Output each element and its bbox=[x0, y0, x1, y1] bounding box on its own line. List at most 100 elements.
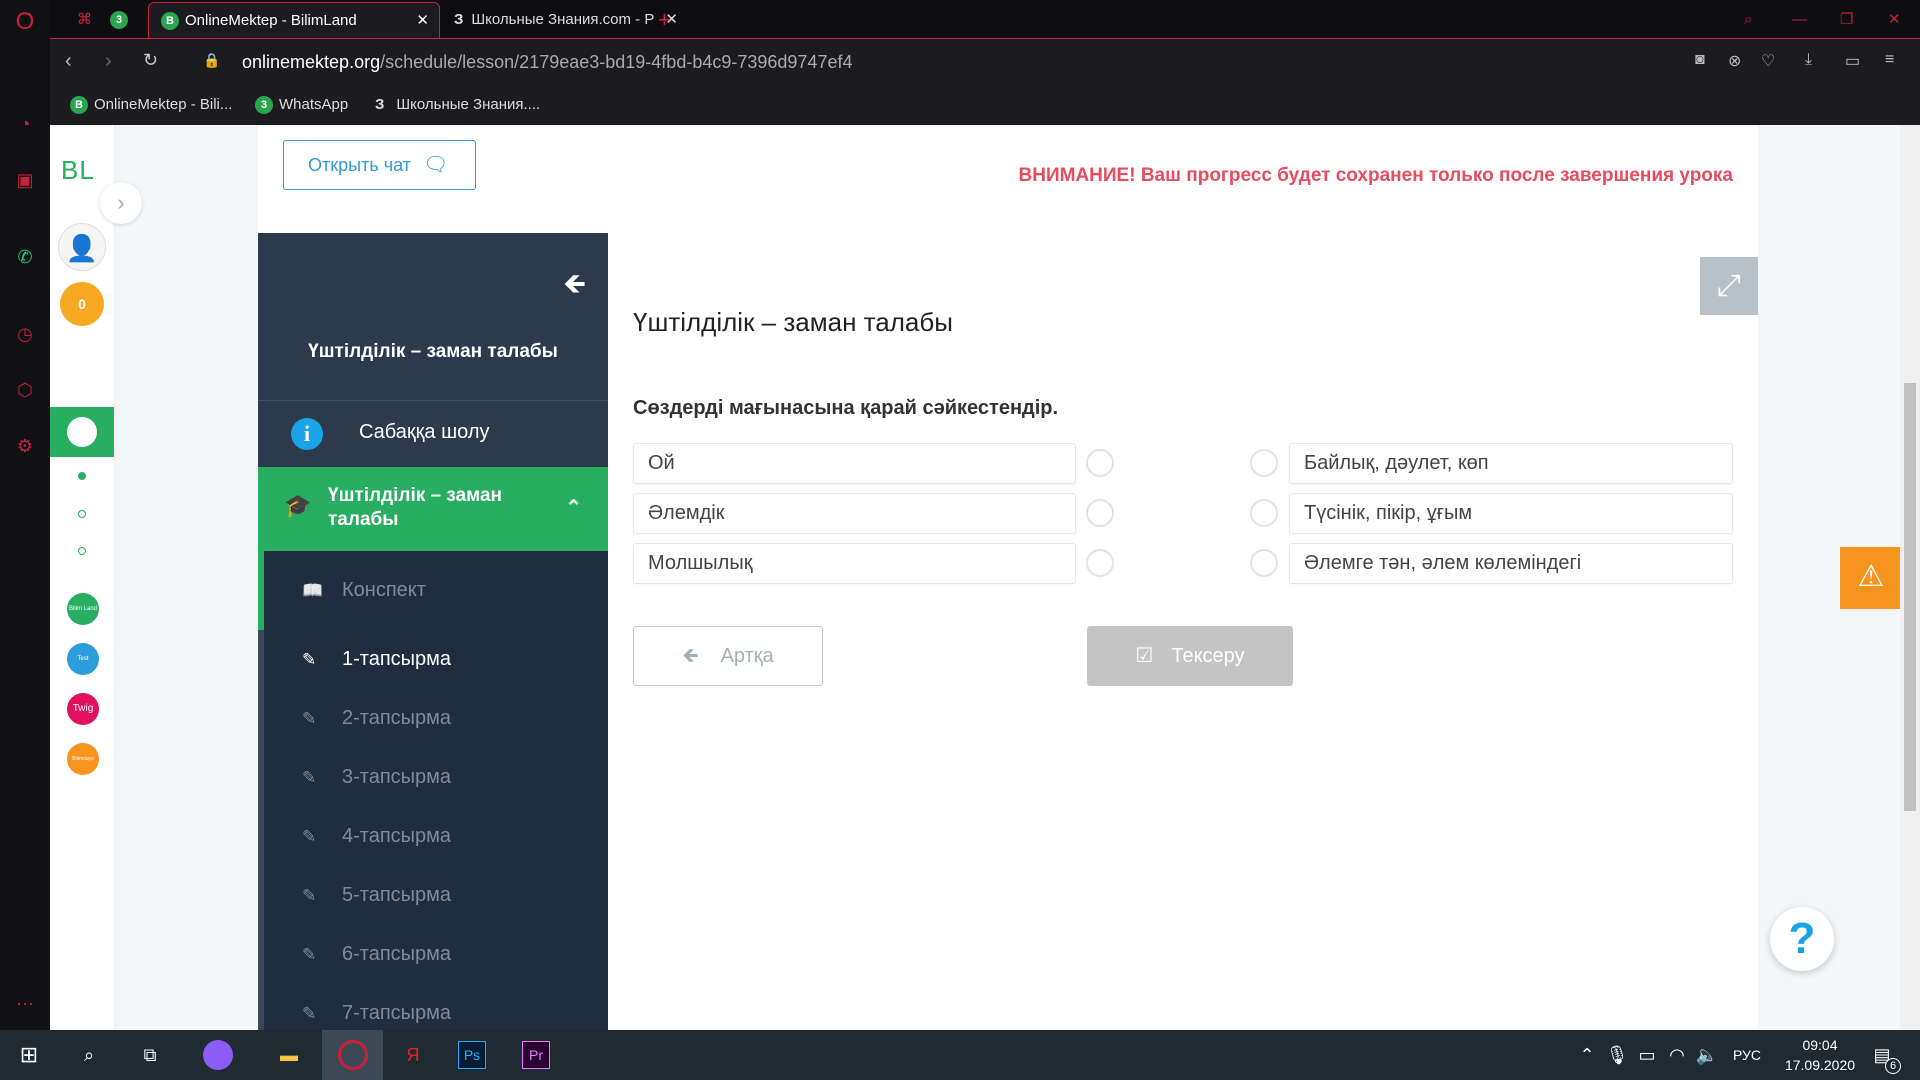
restore-icon[interactable]: ❐ bbox=[1828, 2, 1858, 38]
left-option[interactable]: Молшылық bbox=[633, 543, 1076, 584]
bookmark-onlinemektep[interactable]: B OnlineMektep - Bili... bbox=[70, 96, 232, 115]
task-view-icon[interactable]: ⧉ bbox=[133, 1038, 167, 1072]
help-button[interactable]: ? bbox=[1770, 907, 1834, 971]
bl-logo[interactable]: BL bbox=[61, 155, 95, 186]
app-test[interactable]: Test bbox=[67, 643, 99, 675]
dot-indicator[interactable] bbox=[78, 547, 86, 555]
onlinemektep-app[interactable] bbox=[50, 407, 114, 457]
bookmark-znaniya[interactable]: З Школьные Знания.... bbox=[375, 96, 540, 113]
close-window-icon[interactable]: ✕ bbox=[1876, 2, 1906, 38]
left-connector-radio[interactable] bbox=[1086, 449, 1114, 477]
alice-icon[interactable] bbox=[203, 1040, 233, 1070]
coins-badge[interactable]: 0 bbox=[60, 282, 104, 326]
app-bilimdays[interactable]: Bilimdays bbox=[67, 743, 99, 775]
premiere-icon[interactable]: Pr bbox=[522, 1041, 550, 1069]
twitch-icon[interactable]: ▣ bbox=[13, 168, 37, 192]
box-icon[interactable]: ⬡ bbox=[13, 378, 37, 402]
fullscreen-button[interactable]: ⤢ bbox=[1700, 257, 1758, 315]
dot-indicator[interactable] bbox=[78, 510, 86, 518]
clock[interactable]: 09:04 17.09.2020 bbox=[1775, 1035, 1865, 1075]
right-connector-radio[interactable] bbox=[1250, 549, 1278, 577]
address-bar: ‹ › ↻ 🔒 onlinemektep.org/schedule/lesson… bbox=[50, 38, 1920, 86]
menu-item-task-4[interactable]: ✎ 4-тапсырма bbox=[264, 807, 608, 866]
windows-start-icon[interactable]: ⊞ bbox=[12, 1038, 46, 1072]
report-warning-button[interactable]: ⚠ bbox=[1840, 547, 1902, 609]
adblock-icon[interactable]: ⊗ bbox=[1728, 51, 1741, 71]
menu-item-task-5[interactable]: ✎ 5-тапсырма bbox=[264, 866, 608, 925]
left-connector-radio[interactable] bbox=[1086, 499, 1114, 527]
photoshop-icon[interactable]: Ps bbox=[458, 1041, 486, 1069]
file-explorer-icon[interactable]: ▬ bbox=[272, 1038, 306, 1072]
check-button[interactable]: ☑ Тексеру bbox=[1087, 626, 1293, 686]
download-icon[interactable]: ⤓ bbox=[1805, 51, 1812, 69]
menu-item-task-7[interactable]: ✎ 7-тапсырма bbox=[264, 984, 608, 1030]
dot-indicator[interactable] bbox=[78, 472, 86, 480]
taskbar: ⊞ ⌕ ⧉ ▬ Я Ps Pr ⌃ 🎙 ▭ ◠ 🔈 РУС 09:04 17.09… bbox=[0, 1030, 1920, 1080]
search-icon[interactable]: ⌕ bbox=[1732, 2, 1762, 38]
menu-item-task-1[interactable]: ✎ 1-тапсырма bbox=[264, 630, 608, 689]
menu-section-active[interactable]: 🎓 Үштілділік – заман талабы ⌃ bbox=[258, 467, 608, 551]
speed-dial-icon[interactable]: ◔ bbox=[13, 112, 37, 136]
language-indicator[interactable]: РУС bbox=[1733, 1047, 1761, 1063]
bilimland-sidebar: BL › 👤 0 Bilim Land Test Twig Bilimdays bbox=[50, 125, 142, 1030]
menu-item-task-2[interactable]: ✎ 2-тапсырма bbox=[264, 689, 608, 748]
app-bilimland[interactable]: Bilim Land bbox=[67, 593, 99, 625]
opera-taskbar-button[interactable] bbox=[322, 1030, 383, 1080]
opera-logo-icon[interactable]: O bbox=[13, 10, 37, 34]
microphone-icon[interactable]: 🎙 bbox=[1600, 1038, 1634, 1072]
right-connector-radio[interactable] bbox=[1250, 449, 1278, 477]
forward-icon[interactable]: › bbox=[105, 50, 112, 73]
bookmarks-bar: B OnlineMektep - Bili... 3 WhatsApp З Школь… bbox=[50, 86, 1920, 125]
expand-sidebar-button[interactable]: › bbox=[100, 182, 142, 224]
tab-onlinemektep[interactable]: B OnlineMektep - BilimLand ✕ bbox=[148, 2, 440, 38]
wifi-icon[interactable]: ◠ bbox=[1660, 1038, 1694, 1072]
menu-item-overview[interactable]: i Сабаққа шолу bbox=[258, 400, 608, 467]
bookmark-whatsapp[interactable]: 3 WhatsApp bbox=[255, 96, 348, 115]
notifications-icon[interactable]: ▤ 6 bbox=[1865, 1038, 1901, 1074]
right-option[interactable]: Түсінік, пікір, ұғым bbox=[1289, 493, 1733, 534]
book-icon: 📖 bbox=[302, 581, 324, 600]
right-connector-radio[interactable] bbox=[1250, 499, 1278, 527]
avatar[interactable]: 👤 bbox=[58, 223, 106, 271]
right-option[interactable]: Байлық, дәулет, көп bbox=[1289, 443, 1733, 484]
heart-icon[interactable]: ♡ bbox=[1761, 51, 1775, 71]
reload-icon[interactable]: ↻ bbox=[143, 50, 158, 71]
open-chat-button[interactable]: Открыть чат 🗨 bbox=[283, 140, 476, 190]
menu-item-konspekt[interactable]: 📖 Конспект bbox=[264, 551, 608, 630]
volume-icon[interactable]: 🔈 bbox=[1690, 1038, 1724, 1072]
scrollbar[interactable] bbox=[1900, 125, 1920, 1030]
settings-icon[interactable]: ⚙ bbox=[13, 434, 37, 458]
minimize-icon[interactable]: — bbox=[1780, 2, 1810, 38]
url-field[interactable]: onlinemektep.org/schedule/lesson/2179eae… bbox=[242, 52, 852, 73]
menu-icon[interactable]: ≡ bbox=[1885, 51, 1894, 69]
history-icon[interactable]: ◷ bbox=[13, 322, 37, 346]
left-connector-radio[interactable] bbox=[1086, 549, 1114, 577]
app-twig[interactable]: Twig bbox=[67, 693, 99, 725]
right-option[interactable]: Әлемге тән, әлем көлеміндегі bbox=[1289, 543, 1733, 584]
menu-item-task-6[interactable]: ✎ 6-тапсырма bbox=[264, 925, 608, 984]
more-icon[interactable]: ⋯ bbox=[13, 992, 37, 1016]
left-option[interactable]: Әлемдік bbox=[633, 493, 1076, 534]
menu-item-task-3[interactable]: ✎ 3-тапсырма bbox=[264, 748, 608, 807]
yandex-icon[interactable]: Я bbox=[396, 1038, 430, 1072]
tray-chevron-icon[interactable]: ⌃ bbox=[1570, 1038, 1604, 1072]
progress-warning: ВНИМАНИЕ! Ваш прогресс будет сохранен то… bbox=[1018, 165, 1733, 186]
collapse-menu-arrow-icon[interactable]: 🡸 bbox=[563, 263, 586, 311]
close-tab-icon[interactable]: ✕ bbox=[416, 3, 429, 38]
tab-bar: ⌘ 3 B OnlineMektep - BilimLand ✕ З Школьные… bbox=[50, 0, 1920, 38]
search-icon[interactable]: ⌕ bbox=[72, 1038, 106, 1072]
lesson-menu: 🡸 Үштілділік – заман талабы i Сабаққа шо… bbox=[258, 233, 608, 1030]
back-icon[interactable]: ‹ bbox=[65, 50, 72, 73]
whatsapp-tab[interactable]: 3 bbox=[105, 2, 145, 38]
chat-icon: 🗨 bbox=[422, 154, 449, 176]
battery-icon[interactable]: ▭ bbox=[1630, 1038, 1664, 1072]
back-button[interactable]: 🡸 Артқа bbox=[633, 626, 823, 686]
left-option[interactable]: Ой bbox=[633, 443, 1076, 484]
game-icon[interactable]: ⌘ bbox=[65, 2, 95, 38]
battery-icon[interactable]: ▭ bbox=[1845, 51, 1860, 71]
new-tab-icon[interactable]: + bbox=[646, 2, 676, 38]
whatsapp-icon[interactable]: ✆ bbox=[13, 245, 37, 269]
chevron-up-icon[interactable]: ⌃ bbox=[565, 495, 582, 520]
menu-scroll-track bbox=[258, 630, 264, 1030]
snapshot-icon[interactable]: ◙ bbox=[1695, 51, 1705, 69]
